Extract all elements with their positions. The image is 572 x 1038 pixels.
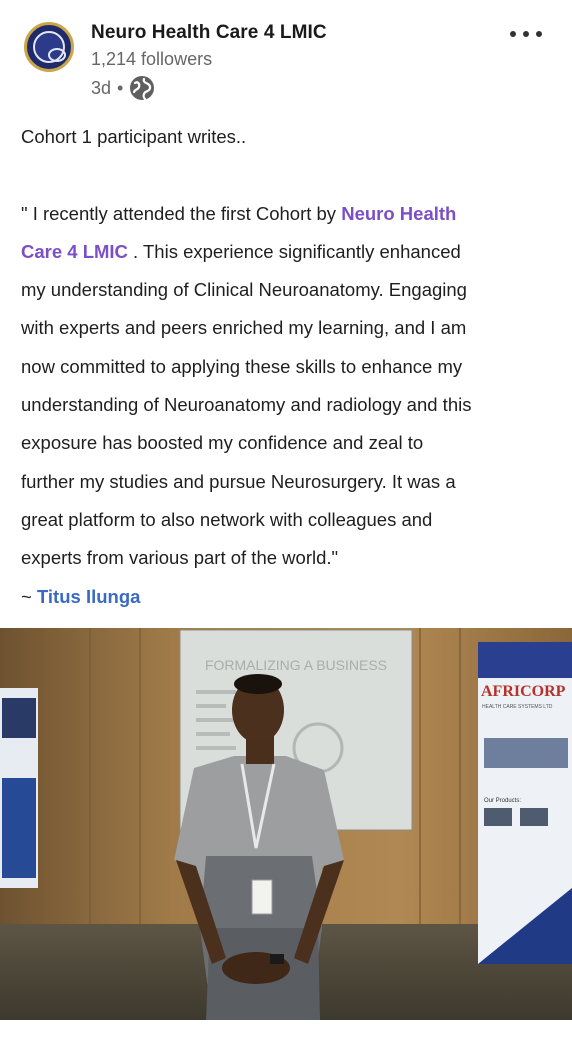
banner-subtitle: HEALTH CARE SYSTEMS LTD: [482, 704, 553, 710]
org-mention-link[interactable]: Care 4 LMIC: [21, 241, 128, 262]
quote-line: with experts and peers enriched my learn…: [21, 317, 467, 339]
quote-line: Care 4 LMIC . This experience significan…: [21, 233, 551, 271]
quote-line: my understanding of Clinical Neuroanatom…: [21, 279, 467, 301]
banner-brand: AFRICORP: [481, 683, 566, 700]
quote-line: understanding of Neuroanatomy and radiol…: [21, 394, 472, 416]
quote-line: " I recently attended the first Cohort b…: [21, 195, 551, 233]
quote-line: now committed to applying these skills t…: [21, 355, 463, 377]
signature-author-link[interactable]: Titus Ilunga: [37, 586, 140, 607]
post-text: Cohort 1 participant writes.. " I recent…: [21, 118, 551, 616]
screen-title: FORMALIZING A BUSINESS: [205, 657, 387, 673]
author-name[interactable]: Neuro Health Care 4 LMIC: [91, 22, 327, 44]
more-options-icon[interactable]: [510, 24, 542, 44]
globe-icon: [130, 76, 155, 101]
post-header: Neuro Health Care 4 LMIC 1,214 followers…: [0, 0, 572, 110]
intro-line: Cohort 1 participant writes..: [21, 126, 247, 147]
post-meta: 3d •: [91, 76, 155, 101]
avatar-logo-icon: [33, 31, 66, 63]
signature-prefix: ~: [21, 585, 37, 607]
org-avatar[interactable]: [24, 22, 74, 72]
meta-separator: •: [117, 77, 124, 98]
signature-line: ~ Titus Ilunga: [21, 578, 551, 616]
quote-line: great platform to also network with coll…: [21, 508, 433, 530]
org-mention-link[interactable]: Neuro Health: [341, 203, 456, 224]
quote-line: exposure has boosted my confidence and z…: [21, 432, 424, 454]
banner-products: Our Products:: [484, 798, 521, 804]
follower-count: 1,214 followers: [91, 49, 213, 69]
post-photo[interactable]: FORMALIZING A BUSINESS AFRICORP HEALTH C…: [0, 628, 572, 1020]
quote-line: experts from various part of the world.": [21, 547, 339, 569]
quote-line: further my studies and pursue Neurosurge…: [21, 470, 456, 492]
post-time: 3d: [91, 77, 112, 98]
photo-illustration: FORMALIZING A BUSINESS AFRICORP HEALTH C…: [0, 628, 572, 1020]
quote-text: " I recently attended the first Cohort b…: [21, 202, 342, 224]
quote-text: . This experience significantly enhanced: [127, 240, 461, 262]
